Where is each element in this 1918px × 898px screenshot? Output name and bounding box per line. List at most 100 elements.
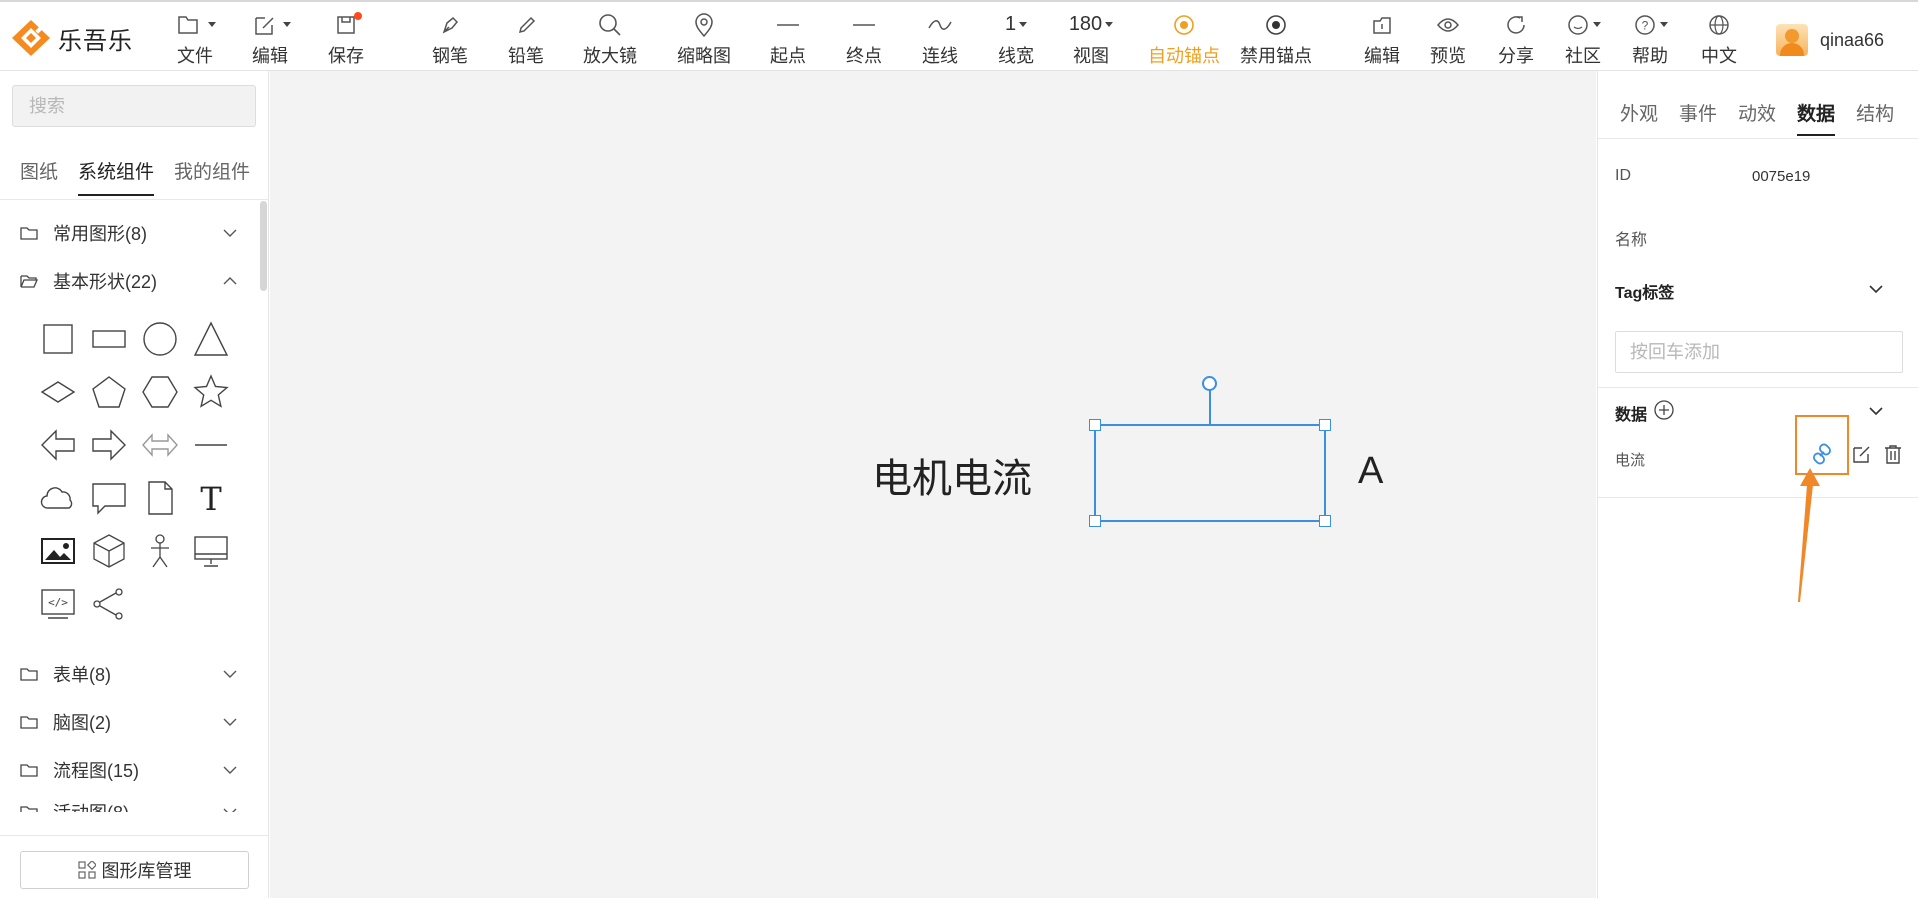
shape-line[interactable]: [191, 425, 231, 465]
shape-person[interactable]: [140, 531, 180, 571]
resize-handle-bottom-right[interactable]: [1319, 515, 1331, 527]
file-menu-button[interactable]: 文件: [175, 10, 216, 68]
shape-square[interactable]: [38, 319, 78, 359]
save-button[interactable]: 保存: [326, 10, 366, 68]
chevron-down-icon: [223, 229, 237, 237]
view-zoom-select[interactable]: 180 视图: [1068, 10, 1114, 68]
canvas-unit-label[interactable]: A: [1358, 450, 1383, 493]
resize-handle-top-right[interactable]: [1319, 419, 1331, 431]
add-data-icon[interactable]: [1653, 399, 1675, 421]
delete-icon[interactable]: [1882, 443, 1904, 465]
line-width-select[interactable]: 1 线宽: [996, 10, 1036, 68]
shape-image[interactable]: [38, 531, 78, 571]
line-start-label: 起点: [770, 46, 806, 66]
tab-appearance[interactable]: 外观: [1620, 99, 1658, 136]
line-end-icon: [853, 23, 875, 26]
shape-triangle[interactable]: [191, 319, 231, 359]
top-toolbar: 乐吾乐 文件 编辑 保存 钢笔 铅笔 放大镜 缩略图 起点 终点 连线 1 线宽…: [0, 0, 1918, 71]
shape-share-nodes[interactable]: [89, 584, 129, 624]
search-input[interactable]: [12, 85, 256, 127]
category-common-shapes[interactable]: 常用图形(8): [20, 218, 238, 248]
line-end-label: 终点: [846, 46, 882, 66]
auto-anchor-toggle[interactable]: 自动锚点: [1148, 10, 1220, 68]
scrollbar[interactable]: [260, 201, 267, 291]
shape-library-manage-button[interactable]: 图形库管理: [20, 851, 249, 889]
shape-left-arrow[interactable]: [38, 425, 78, 465]
chevron-down-icon: [1019, 22, 1028, 27]
username: qinaa66: [1820, 29, 1885, 50]
document-icon: [148, 481, 173, 515]
tab-data[interactable]: 数据: [1797, 99, 1836, 136]
cube-icon: [93, 534, 125, 568]
resize-handle-bottom-left[interactable]: [1089, 515, 1101, 527]
tab-events[interactable]: 事件: [1679, 99, 1717, 136]
tag-input[interactable]: [1615, 331, 1903, 373]
category-activity[interactable]: 活动图(8): [20, 800, 238, 812]
tab-structure[interactable]: 结构: [1856, 99, 1894, 136]
pencil-tool-button[interactable]: 铅笔: [506, 10, 546, 68]
left-arrow-icon: [41, 429, 75, 461]
shape-document[interactable]: [140, 478, 180, 518]
category-flowchart[interactable]: 流程图(15): [20, 755, 238, 785]
shape-cloud[interactable]: [38, 478, 78, 518]
edit-icon[interactable]: [1850, 443, 1872, 465]
shape-code[interactable]: </>: [38, 584, 78, 624]
tab-animation[interactable]: 动效: [1738, 99, 1776, 136]
category-label: 常用图形(8): [53, 224, 147, 244]
category-mindmap[interactable]: 脑图(2): [20, 707, 238, 737]
line-start-button[interactable]: 起点: [768, 10, 808, 68]
user-menu[interactable]: qinaa66: [1776, 22, 1884, 58]
chevron-down-icon[interactable]: [1868, 284, 1884, 294]
connect-line-button[interactable]: 连线: [920, 10, 960, 68]
tab-my-components[interactable]: 我的组件: [174, 157, 250, 196]
tag-section-label: Tag标签: [1615, 285, 1675, 302]
selected-rectangle[interactable]: [1089, 419, 1331, 527]
help-menu-button[interactable]: ? 帮助: [1630, 10, 1670, 68]
shape-double-arrow[interactable]: [140, 425, 180, 465]
anchor-disabled-icon: [1266, 14, 1286, 35]
category-form[interactable]: 表单(8): [20, 659, 238, 689]
edit-menu-button[interactable]: 编辑: [250, 10, 291, 68]
shape-pentagon[interactable]: [89, 372, 129, 412]
shape-cube[interactable]: [89, 531, 129, 571]
edit-folder-icon: [1373, 16, 1391, 34]
shape-star[interactable]: [191, 372, 231, 412]
pen-tool-button[interactable]: 钢笔: [430, 10, 470, 68]
shape-text[interactable]: T: [191, 478, 231, 518]
edit-mode-button[interactable]: 编辑: [1362, 10, 1402, 68]
text-icon: T: [200, 480, 222, 518]
share-button[interactable]: 分享: [1496, 10, 1536, 68]
category-label: 基本形状(22): [53, 272, 158, 292]
file-label: 文件: [177, 46, 213, 66]
category-basic-shapes[interactable]: 基本形状(22): [20, 266, 238, 296]
shape-right-arrow[interactable]: [89, 425, 129, 465]
canvas-text-label[interactable]: 电机电流: [872, 446, 1032, 504]
shape-hexagon[interactable]: [140, 372, 180, 412]
shape-speech-bubble[interactable]: [89, 478, 129, 518]
chevron-down-icon[interactable]: [1868, 406, 1884, 416]
resize-handle-top-left[interactable]: [1089, 419, 1101, 431]
shape-circle[interactable]: [140, 319, 180, 359]
shape-rectangle[interactable]: [89, 319, 129, 359]
magnifier-button[interactable]: 放大镜: [583, 10, 637, 68]
anchor-target-icon: [1174, 14, 1194, 35]
app-logo[interactable]: 乐吾乐: [10, 18, 133, 58]
link-icon[interactable]: [1811, 443, 1833, 465]
line-width-label: 线宽: [998, 46, 1034, 66]
language-button[interactable]: 中文: [1699, 10, 1739, 68]
rotate-handle[interactable]: [1202, 376, 1217, 391]
tab-system-components[interactable]: 系统组件: [78, 157, 155, 196]
chevron-down-icon: [223, 670, 237, 678]
shape-monitor[interactable]: [191, 531, 231, 571]
line-end-button[interactable]: 终点: [844, 10, 884, 68]
folder-icon: [20, 227, 38, 240]
view-zoom-value: 180: [1068, 13, 1103, 35]
drawing-canvas[interactable]: 电机电流 A: [270, 71, 1596, 898]
preview-button[interactable]: 预览: [1428, 10, 1468, 68]
shape-diamond[interactable]: [38, 372, 78, 412]
disable-anchor-toggle[interactable]: 禁用锚点: [1240, 10, 1312, 68]
name-label: 名称: [1615, 232, 1648, 249]
thumbnail-button[interactable]: 缩略图: [676, 10, 732, 68]
tab-drawings[interactable]: 图纸: [20, 157, 58, 196]
community-menu-button[interactable]: 社区: [1563, 10, 1603, 68]
